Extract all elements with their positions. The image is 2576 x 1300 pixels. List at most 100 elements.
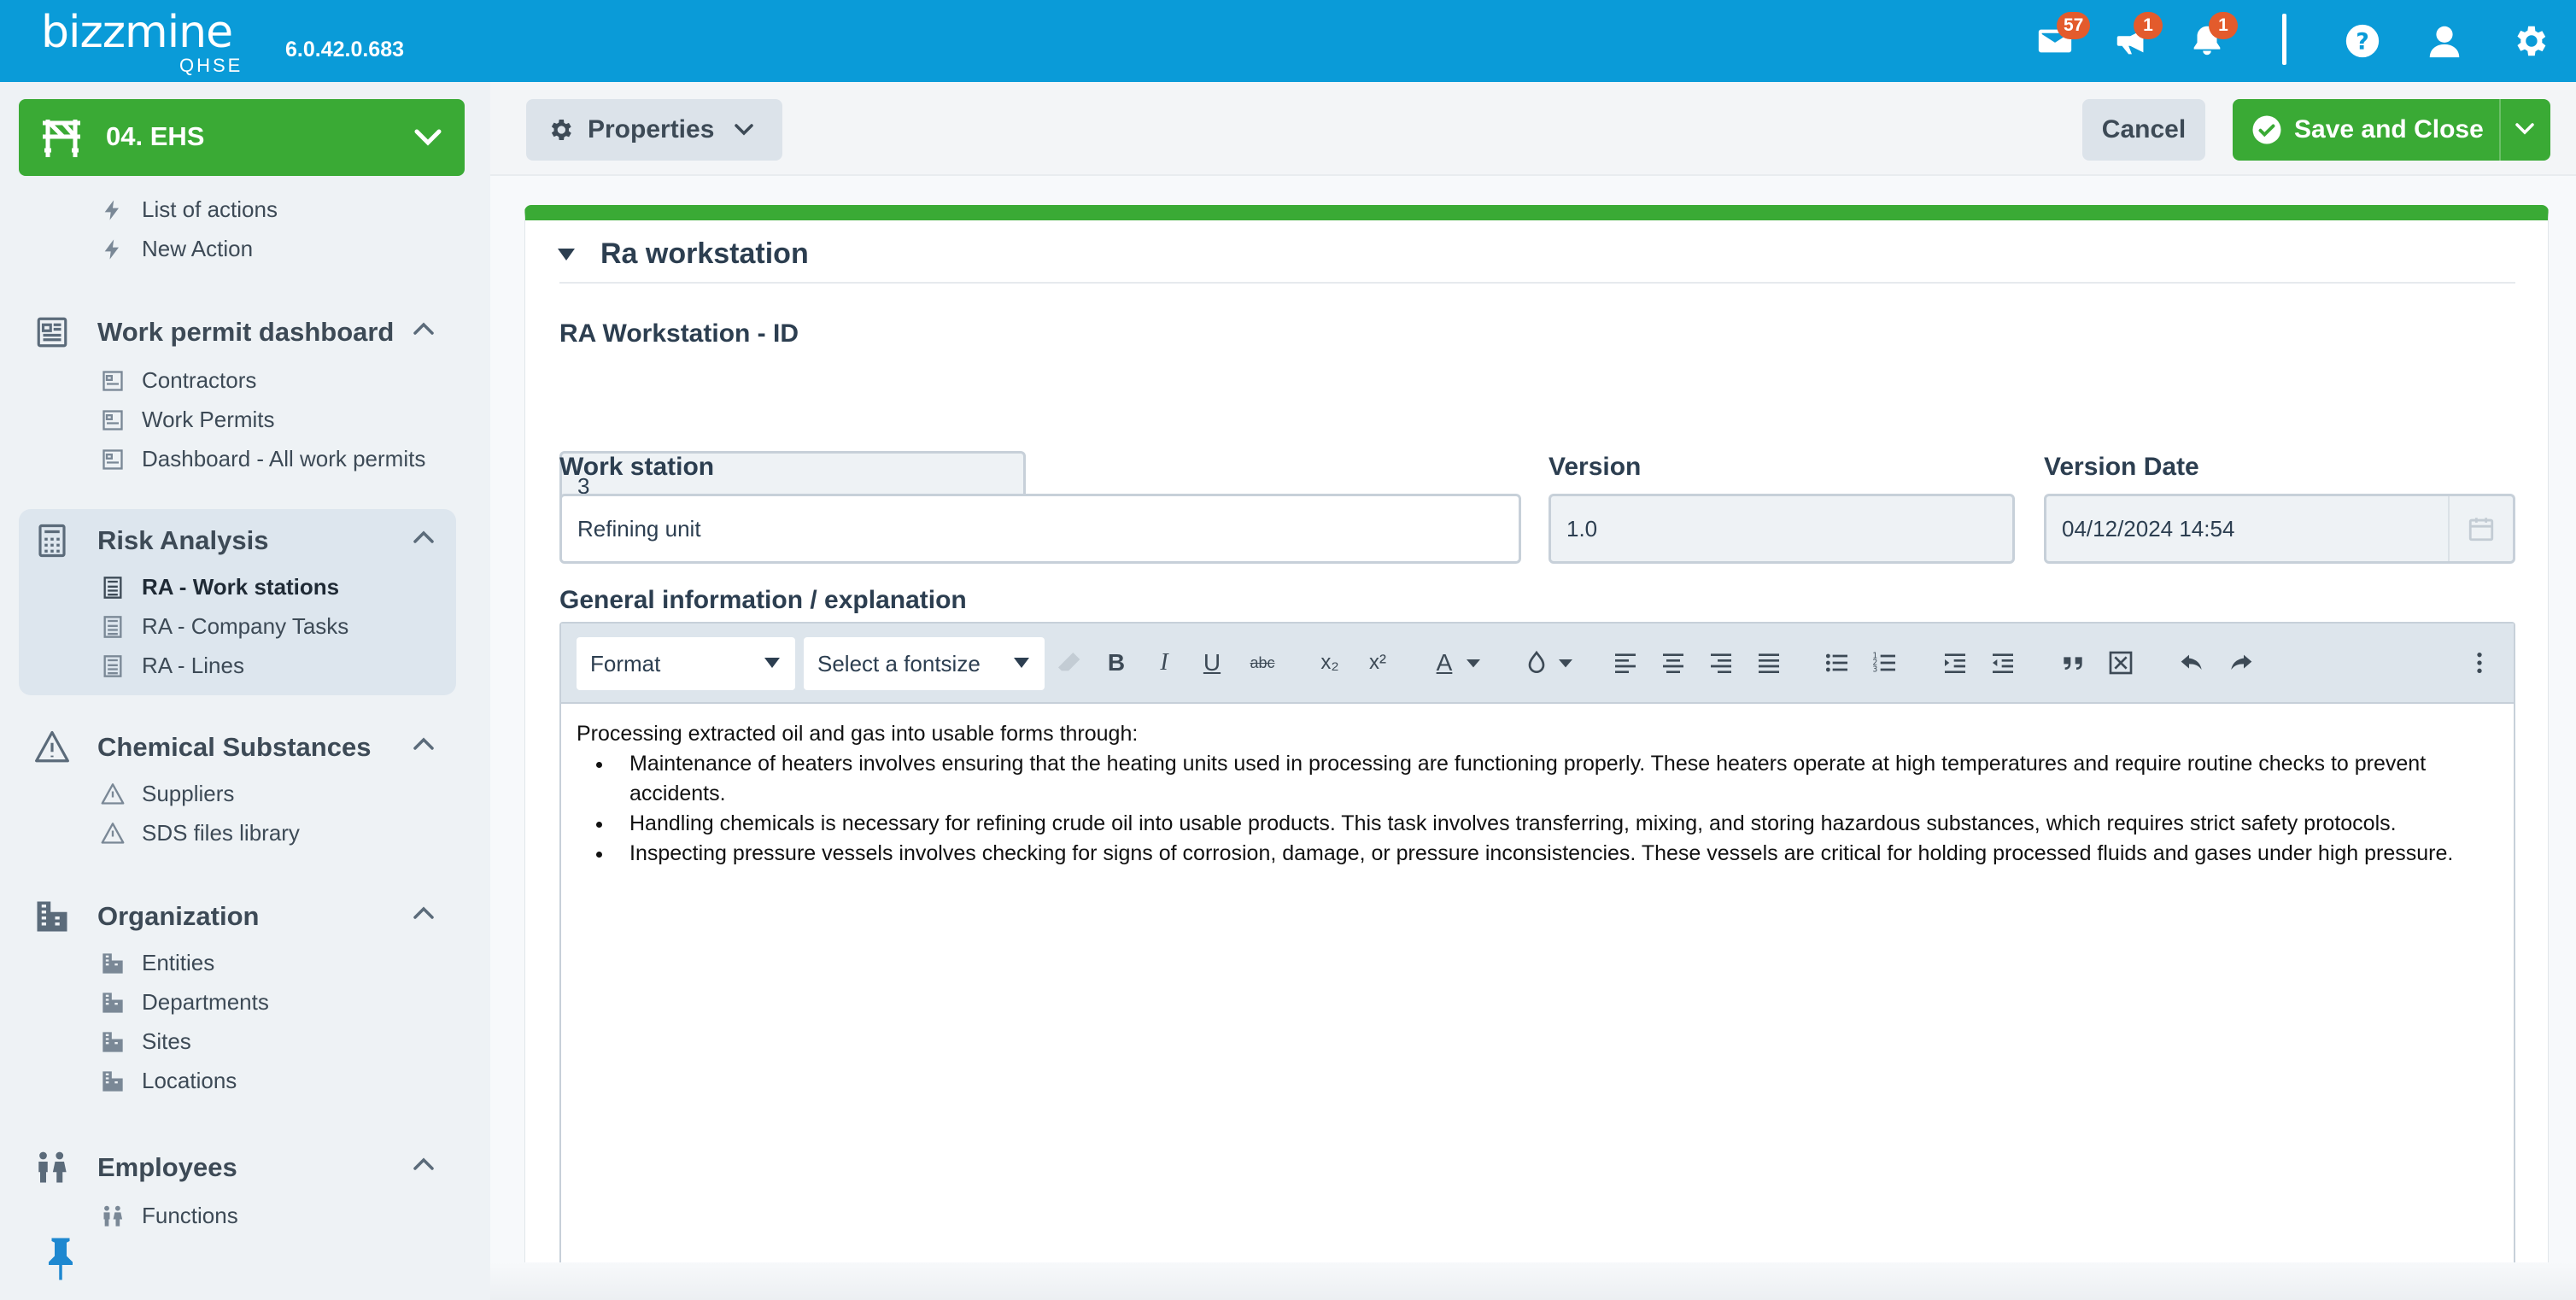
editor-content[interactable]: Processing extracted oil and gas into us… [577,719,2498,869]
notifications-button[interactable]: 1 [2183,12,2238,65]
chevron-up-icon[interactable] [412,321,436,337]
sidebar-item-label: Sites [142,1028,191,1054]
mail-badge: 57 [2057,12,2091,39]
sidebar-item-contractors[interactable]: Contractors [101,367,256,394]
announcements-badge: 1 [2134,12,2163,39]
rich-text-editor[interactable]: Format Select a fontsize B I U abc x₂ x²… [559,622,2515,1300]
cancel-button[interactable]: Cancel [2082,99,2205,161]
sidebar-group-risk-analysis[interactable]: Risk Analysis [34,523,268,559]
announcements-button[interactable]: 1 [2108,12,2163,65]
sidebar-group-work-permit-dashboard[interactable]: Work permit dashboard [34,314,394,350]
format-select-value: Format [590,650,661,676]
module-selector[interactable]: 04. EHS [19,99,465,176]
sidebar-item-departments[interactable]: Departments [101,989,269,1016]
topbar-divider [2282,14,2286,65]
subscript-button[interactable]: x₂ [1313,646,1347,680]
profile-button[interactable] [2421,17,2468,65]
bullet-list-button[interactable] [1820,646,1854,680]
fullscreen-button[interactable] [2104,646,2138,680]
eraser-icon [1058,653,1080,671]
more-options-button[interactable] [2462,646,2497,680]
align-justify-button[interactable] [1752,646,1786,680]
sidebar-item-ra-work-stations[interactable]: RA - Work stations [101,574,339,600]
indent-button[interactable] [1938,646,1972,680]
editor-toolbar: Format Select a fontsize B I U abc x₂ x²… [561,624,2514,704]
sidebar-group-title: Employees [97,1152,237,1182]
version-field[interactable]: 1.0 [1549,494,2015,564]
chevron-down-icon [414,129,442,146]
numbered-list-button[interactable]: 123 [1868,646,1902,680]
help-button[interactable]: ? [2339,17,2386,65]
sidebar-item-ra-company-tasks[interactable]: RA - Company Tasks [101,613,348,640]
align-left-button[interactable] [1608,646,1642,680]
sidebar-item-ra-lines[interactable]: RA - Lines [101,653,244,679]
sidebar-item-sites[interactable]: Sites [101,1028,191,1055]
superscript-button[interactable]: x² [1361,646,1395,680]
sidebar-item-work-permits[interactable]: Work Permits [101,407,275,433]
sidebar-group-organization[interactable]: Organization [34,899,259,934]
sidebar-group-employees[interactable]: Employees [34,1150,237,1186]
calculator-icon [38,524,66,558]
bizzmine-logo[interactable]: bizzmine QHSE [41,7,246,76]
sidebar-group-title: Risk Analysis [97,525,269,555]
people-icon [103,1205,123,1227]
sidebar-item-dashboard-all-work-permits[interactable]: Dashboard - All work permits [101,446,425,472]
strikethrough-button[interactable]: abc [1241,646,1284,680]
format-select[interactable]: Format [577,637,795,690]
sidebar-item-label: Functions [142,1203,238,1228]
sidebar-item-locations[interactable]: Locations [101,1068,237,1094]
text-color-dropdown[interactable] [1456,646,1490,680]
chevron-up-icon[interactable] [412,530,436,545]
subscript-icon: x₂ [1320,651,1339,674]
bold-button[interactable]: B [1099,646,1133,680]
editor-bullet-item: Maintenance of heaters involves ensuring… [614,749,2498,809]
underline-button[interactable]: U [1195,646,1229,680]
warning-icon [101,782,125,805]
align-right-button[interactable] [1704,646,1738,680]
form-toolbar: Properties Cancel Save and Close [490,82,2576,176]
undo-icon [2181,654,2202,670]
text-color-icon: A [1436,649,1453,676]
section-header[interactable]: Ra workstation [558,237,809,271]
blockquote-button[interactable] [2056,646,2090,680]
save-and-close-button[interactable]: Save and Close [2233,99,2550,161]
sidebar-item-functions[interactable]: Functions [101,1203,238,1229]
redo-icon [2231,654,2252,670]
sidebar-item-label: Dashboard - All work permits [142,446,426,471]
redo-button[interactable] [2223,646,2257,680]
chevron-up-icon[interactable] [412,1157,436,1172]
bottom-shadow [490,1262,2576,1300]
sidebar-item-list-of-actions[interactable]: List of actions [101,196,278,223]
italic-button[interactable]: I [1147,646,1181,680]
calendar-button[interactable] [2448,496,2513,561]
align-center-button[interactable] [1656,646,1690,680]
fontsize-select[interactable]: Select a fontsize [804,637,1045,690]
settings-button[interactable] [2506,17,2554,65]
numbered-list-icon: 123 [1872,652,1895,675]
outdent-button[interactable] [1986,646,2020,680]
sidebar-item-entities[interactable]: Entities [101,950,214,976]
pin-icon[interactable] [43,1235,79,1283]
version-date-field[interactable]: 04/12/2024 14:54 [2044,494,2515,564]
sidebar-item-sds-files-library[interactable]: SDS files library [101,820,300,846]
sidebar-item-new-action[interactable]: New Action [101,236,253,262]
building-icon [102,1070,123,1092]
version-label: Version [1549,453,1642,481]
chevron-up-icon[interactable] [412,736,436,752]
mail-button[interactable]: 57 [2031,12,2091,65]
top-bar: bizzmine QHSE 6.0.42.0.683 57 1 1 ? [0,0,2576,82]
sidebar-item-label: RA - Lines [142,653,244,678]
undo-button[interactable] [2175,646,2210,680]
editor-intro-text: Processing extracted oil and gas into us… [577,722,1139,746]
calendar-icon [2468,518,2494,542]
clear-format-button[interactable] [1051,646,1086,680]
sidebar-item-suppliers[interactable]: Suppliers [101,781,234,807]
chevron-up-icon[interactable] [412,905,436,921]
properties-button[interactable]: Properties [526,99,782,161]
gear-icon [551,120,571,140]
work-station-input[interactable]: Refining unit [559,494,1521,564]
sidebar-group-chemical-substances[interactable]: Chemical Substances [34,729,371,765]
chevron-down-icon[interactable] [2515,121,2535,137]
italic-icon: I [1160,649,1168,676]
highlight-color-dropdown[interactable] [1549,646,1583,680]
